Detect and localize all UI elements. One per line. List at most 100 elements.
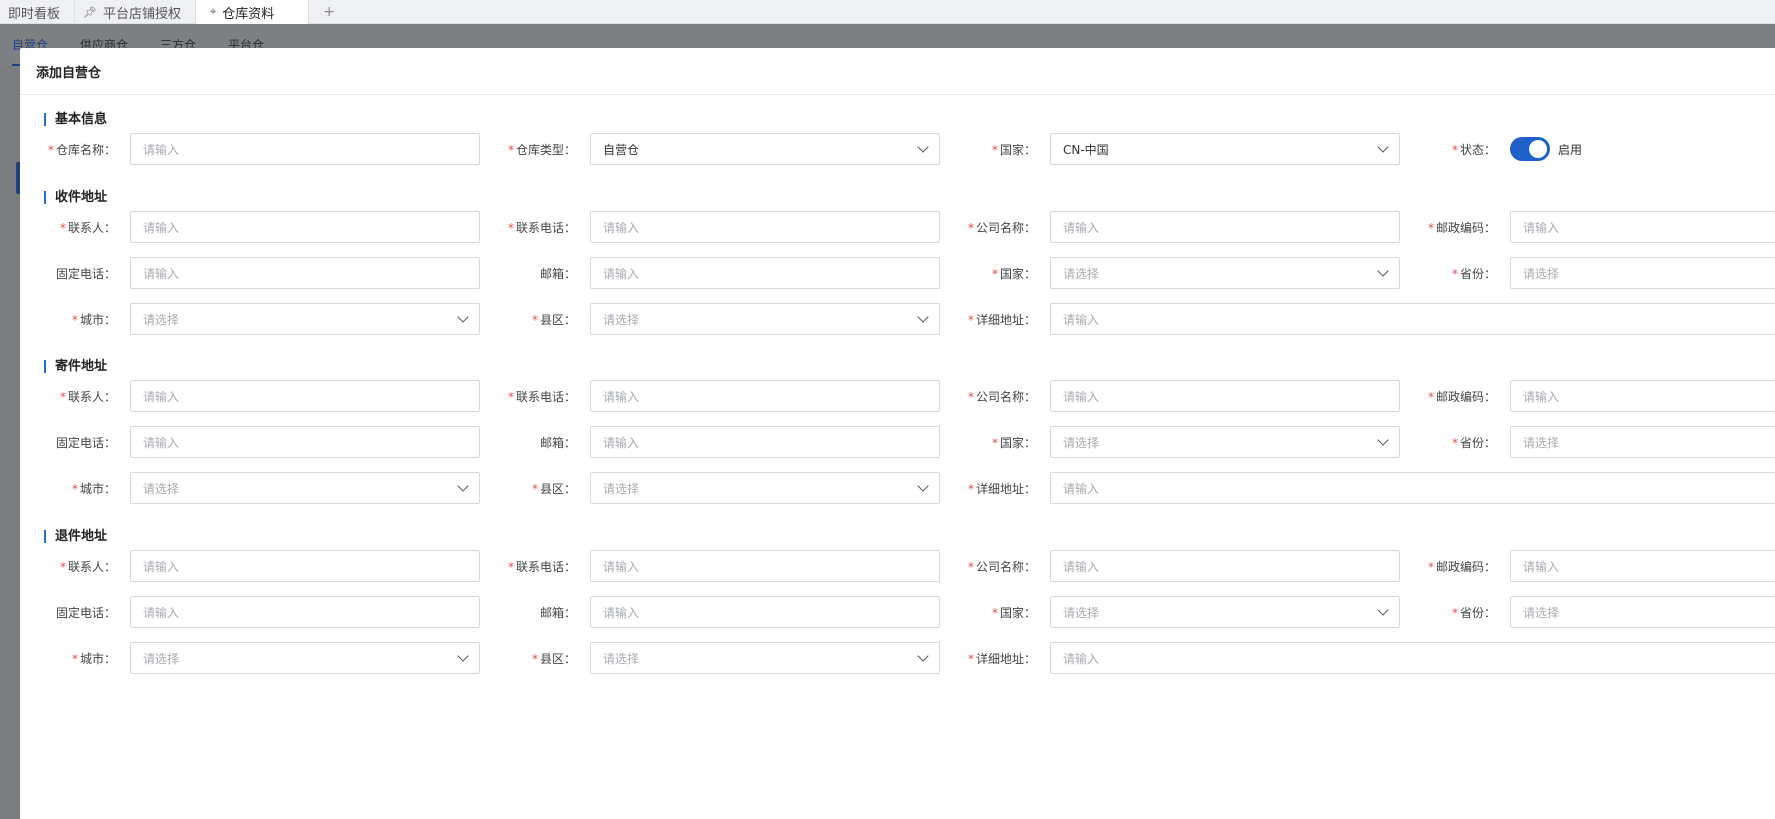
city-select[interactable]: 请选择 [130, 303, 480, 335]
company-input[interactable]: 请输入 [1050, 550, 1400, 582]
tab-warehouse[interactable]: ⌖ 仓库资料 [196, 0, 310, 24]
tab-dashboard[interactable]: 即时看板 [0, 0, 76, 24]
field-label: * 详细地址： [967, 651, 1036, 666]
tab-label: 平台店铺授权 [102, 6, 181, 22]
district-select[interactable]: 请选择 [590, 472, 940, 504]
field-contact: * 联系人： 请输入 [20, 550, 480, 582]
field-landline: 固定电话： 请输入 [20, 257, 480, 289]
field-label: * 城市： [71, 651, 116, 666]
email-input[interactable]: 请输入 [590, 257, 940, 289]
province-select[interactable]: 请选择 [1510, 257, 1775, 289]
company-input[interactable]: 请输入 [1050, 380, 1400, 412]
field-label: * 详细地址： [967, 312, 1036, 327]
modal-title: 添加自营仓 [36, 65, 102, 81]
city-select[interactable]: 请选择 [130, 642, 480, 674]
postcode-input[interactable]: 请输入 [1510, 550, 1775, 582]
postcode-input[interactable]: 请输入 [1510, 380, 1775, 412]
field-label: * 详细地址： [967, 481, 1036, 496]
landline-input[interactable]: 请输入 [130, 596, 480, 628]
field-contact: * 联系人： 请输入 [20, 211, 480, 243]
field-country: * 国家： CN-中国 [940, 133, 1400, 165]
contact-input[interactable]: 请输入 [130, 211, 480, 243]
detail-address-input[interactable]: 请输入 [1050, 472, 1775, 504]
field-label: * 县区： [531, 481, 576, 496]
country-select[interactable]: CN-中国 [1050, 133, 1400, 165]
field-label: * 联系人： [59, 389, 116, 404]
phone-input[interactable]: 请输入 [590, 211, 940, 243]
field-phone: * 联系电话： 请输入 [480, 211, 940, 243]
warehouse-name-input[interactable]: 请输入 [130, 133, 480, 165]
field-company: * 公司名称： 请输入 [940, 211, 1400, 243]
city-select[interactable]: 请选择 [130, 472, 480, 504]
status-toggle[interactable] [1510, 137, 1550, 161]
chevron-down-icon [1377, 265, 1389, 277]
field-label: * 城市： [71, 481, 116, 496]
add-tab-button[interactable]: + [309, 0, 349, 23]
postcode-input[interactable]: 请输入 [1510, 211, 1775, 243]
province-select[interactable]: 请选择 [1510, 596, 1775, 628]
landline-input[interactable]: 请输入 [130, 426, 480, 458]
field-postcode: * 邮政编码： 请输入 [1400, 550, 1775, 582]
field-label: * 国家： [991, 142, 1036, 157]
country-select[interactable]: 请选择 [1050, 257, 1400, 289]
chevron-down-icon [1377, 141, 1389, 153]
field-email: 邮箱： 请输入 [480, 596, 940, 628]
email-input[interactable]: 请输入 [590, 596, 940, 628]
field-warehouse-type: * 仓库类型： 自营仓 [480, 133, 940, 165]
field-label: * 省份： [1451, 435, 1496, 450]
contact-input[interactable]: 请输入 [130, 550, 480, 582]
pin-icon[interactable]: 📌︎ [83, 6, 97, 19]
field-label: 邮箱： [539, 435, 576, 450]
country-select[interactable]: 请选择 [1050, 596, 1400, 628]
tab-store-auth[interactable]: 📌︎ 平台店铺授权 [75, 0, 196, 24]
field-label: * 国家： [991, 435, 1036, 450]
pin-icon[interactable]: ⌖ [210, 5, 216, 19]
district-select[interactable]: 请选择 [590, 303, 940, 335]
field-label: * 国家： [991, 605, 1036, 620]
field-label: 邮箱： [539, 266, 576, 281]
chevron-down-icon [917, 650, 929, 662]
section-title-sending: 寄件地址 [44, 360, 107, 373]
field-label: * 邮政编码： [1427, 220, 1496, 235]
landline-input[interactable]: 请输入 [130, 257, 480, 289]
detail-address-input[interactable]: 请输入 [1050, 642, 1775, 674]
tab-bar: 即时看板 📌︎ 平台店铺授权 ⌖ 仓库资料 + [0, 0, 1775, 24]
field-label: * 公司名称： [967, 559, 1036, 574]
field-label: * 省份： [1451, 266, 1496, 281]
modal-header: 添加自营仓 [20, 48, 1775, 95]
field-country: * 国家： 请选择 [940, 426, 1400, 458]
chevron-down-icon [917, 311, 929, 323]
field-city: * 城市： 请选择 [20, 642, 480, 674]
field-province: * 省份： 请选择 [1400, 257, 1775, 289]
field-label: * 联系人： [59, 559, 116, 574]
warehouse-type-select[interactable]: 自营仓 [590, 133, 940, 165]
field-phone: * 联系电话： 请输入 [480, 380, 940, 412]
section-title-receiving: 收件地址 [44, 191, 107, 204]
company-input[interactable]: 请输入 [1050, 211, 1400, 243]
field-detail-address: * 详细地址： 请输入 [940, 303, 1775, 335]
field-label: * 国家： [991, 266, 1036, 281]
country-select[interactable]: 请选择 [1050, 426, 1400, 458]
section-title-basic: 基本信息 [44, 113, 107, 126]
field-label: * 联系电话： [507, 389, 576, 404]
field-detail-address: * 详细地址： 请输入 [940, 642, 1775, 674]
detail-address-input[interactable]: 请输入 [1050, 303, 1775, 335]
field-label: * 省份： [1451, 605, 1496, 620]
field-label: * 公司名称： [967, 220, 1036, 235]
field-city: * 城市： 请选择 [20, 303, 480, 335]
field-label: * 联系电话： [507, 220, 576, 235]
section-title-return: 退件地址 [44, 530, 107, 543]
field-label: * 仓库名称： [47, 142, 116, 157]
field-district: * 县区： 请选择 [480, 642, 940, 674]
phone-input[interactable]: 请输入 [590, 380, 940, 412]
field-label: 固定电话： [55, 435, 116, 450]
phone-input[interactable]: 请输入 [590, 550, 940, 582]
field-province: * 省份： 请选择 [1400, 426, 1775, 458]
province-select[interactable]: 请选择 [1510, 426, 1775, 458]
contact-input[interactable]: 请输入 [130, 380, 480, 412]
email-input[interactable]: 请输入 [590, 426, 940, 458]
field-postcode: * 邮政编码： 请输入 [1400, 380, 1775, 412]
field-district: * 县区： 请选择 [480, 303, 940, 335]
chevron-down-icon [917, 480, 929, 492]
district-select[interactable]: 请选择 [590, 642, 940, 674]
